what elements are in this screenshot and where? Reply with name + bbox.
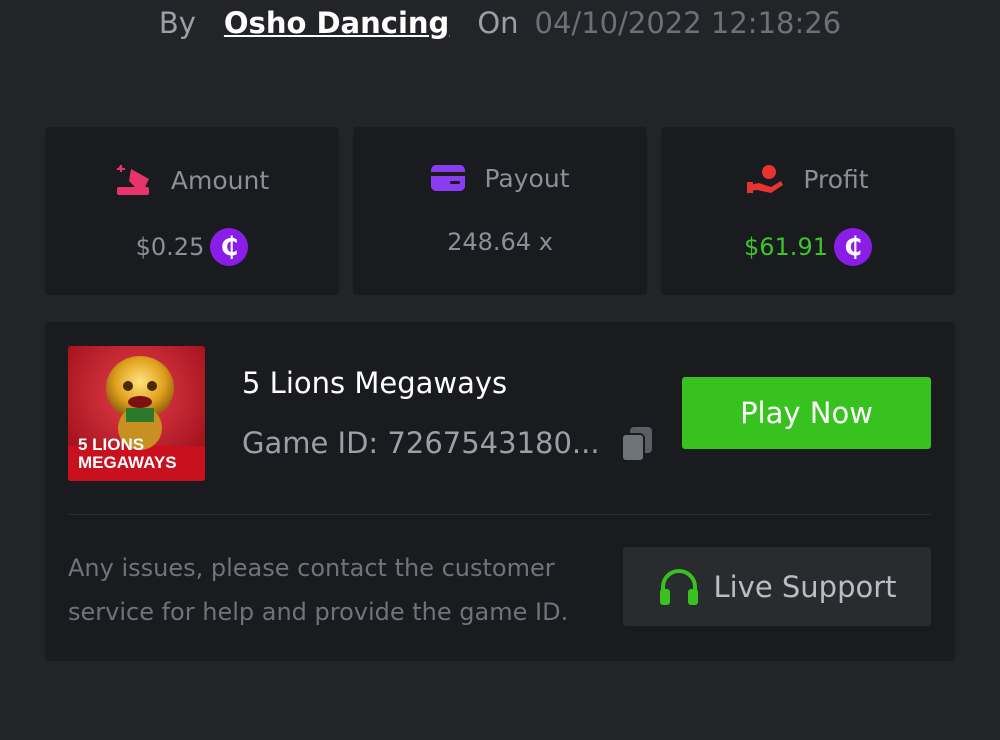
game-thumbnail[interactable]: 5 LIONS MEGAWAYS — [68, 346, 205, 481]
payout-label: Payout — [484, 163, 570, 193]
profit-card: Profit $61.91 ₵ — [661, 127, 955, 295]
profit-value: $61.91 — [744, 233, 828, 261]
coin-icon: ₵ — [833, 228, 872, 266]
bet-stats: Amount $0.25 ₵ Payout 248.64 x Profit $6… — [45, 127, 955, 295]
payout-value: 248.64 x — [447, 228, 553, 256]
headset-icon — [660, 568, 699, 605]
help-text: Any issues, please contact the customer … — [68, 554, 569, 626]
divider — [68, 514, 931, 515]
game-thumbnail-art: 5 LIONS MEGAWAYS — [68, 346, 205, 481]
amount-icon — [116, 165, 149, 195]
amount-value: $0.25 — [135, 233, 205, 261]
coin-icon: ₵ — [210, 228, 249, 266]
profit-label: Profit — [803, 164, 869, 194]
on-label: On — [477, 6, 519, 40]
game-panel: 5 LIONS MEGAWAYS 5 Lions Megaways Game I… — [45, 322, 955, 661]
by-label: By — [158, 6, 196, 40]
play-now-button[interactable]: Play Now — [682, 377, 931, 449]
thumb-line2: MEGAWAYS — [78, 453, 177, 472]
username-link[interactable]: Osho Dancing — [224, 6, 449, 40]
live-support-label: Live Support — [713, 569, 897, 604]
amount-value-row: $0.25 ₵ — [45, 228, 339, 266]
live-support-button[interactable]: Live Support — [623, 547, 931, 626]
amount-header: Amount — [45, 163, 339, 197]
profit-value-row: $61.91 ₵ — [661, 228, 955, 266]
copy-icon[interactable] — [617, 424, 657, 464]
amount-card: Amount $0.25 ₵ — [45, 127, 339, 295]
amount-label: Amount — [170, 165, 270, 195]
card-icon — [431, 165, 466, 191]
bet-datetime: 04/10/2022 12:18:26 — [534, 6, 842, 40]
game-id: Game ID: 7267543180... — [242, 426, 600, 460]
bet-byline: By Osho Dancing On 04/10/2022 12:18:26 — [0, 0, 1000, 46]
payout-header: Payout — [353, 163, 647, 193]
game-title[interactable]: 5 Lions Megaways — [242, 366, 507, 400]
payout-value-row: 248.64 x — [353, 228, 647, 256]
thumb-line1: 5 LIONS — [78, 435, 144, 454]
profit-header: Profit — [661, 163, 955, 195]
hand-money-icon — [747, 165, 784, 193]
payout-card: Payout 248.64 x — [353, 127, 647, 295]
